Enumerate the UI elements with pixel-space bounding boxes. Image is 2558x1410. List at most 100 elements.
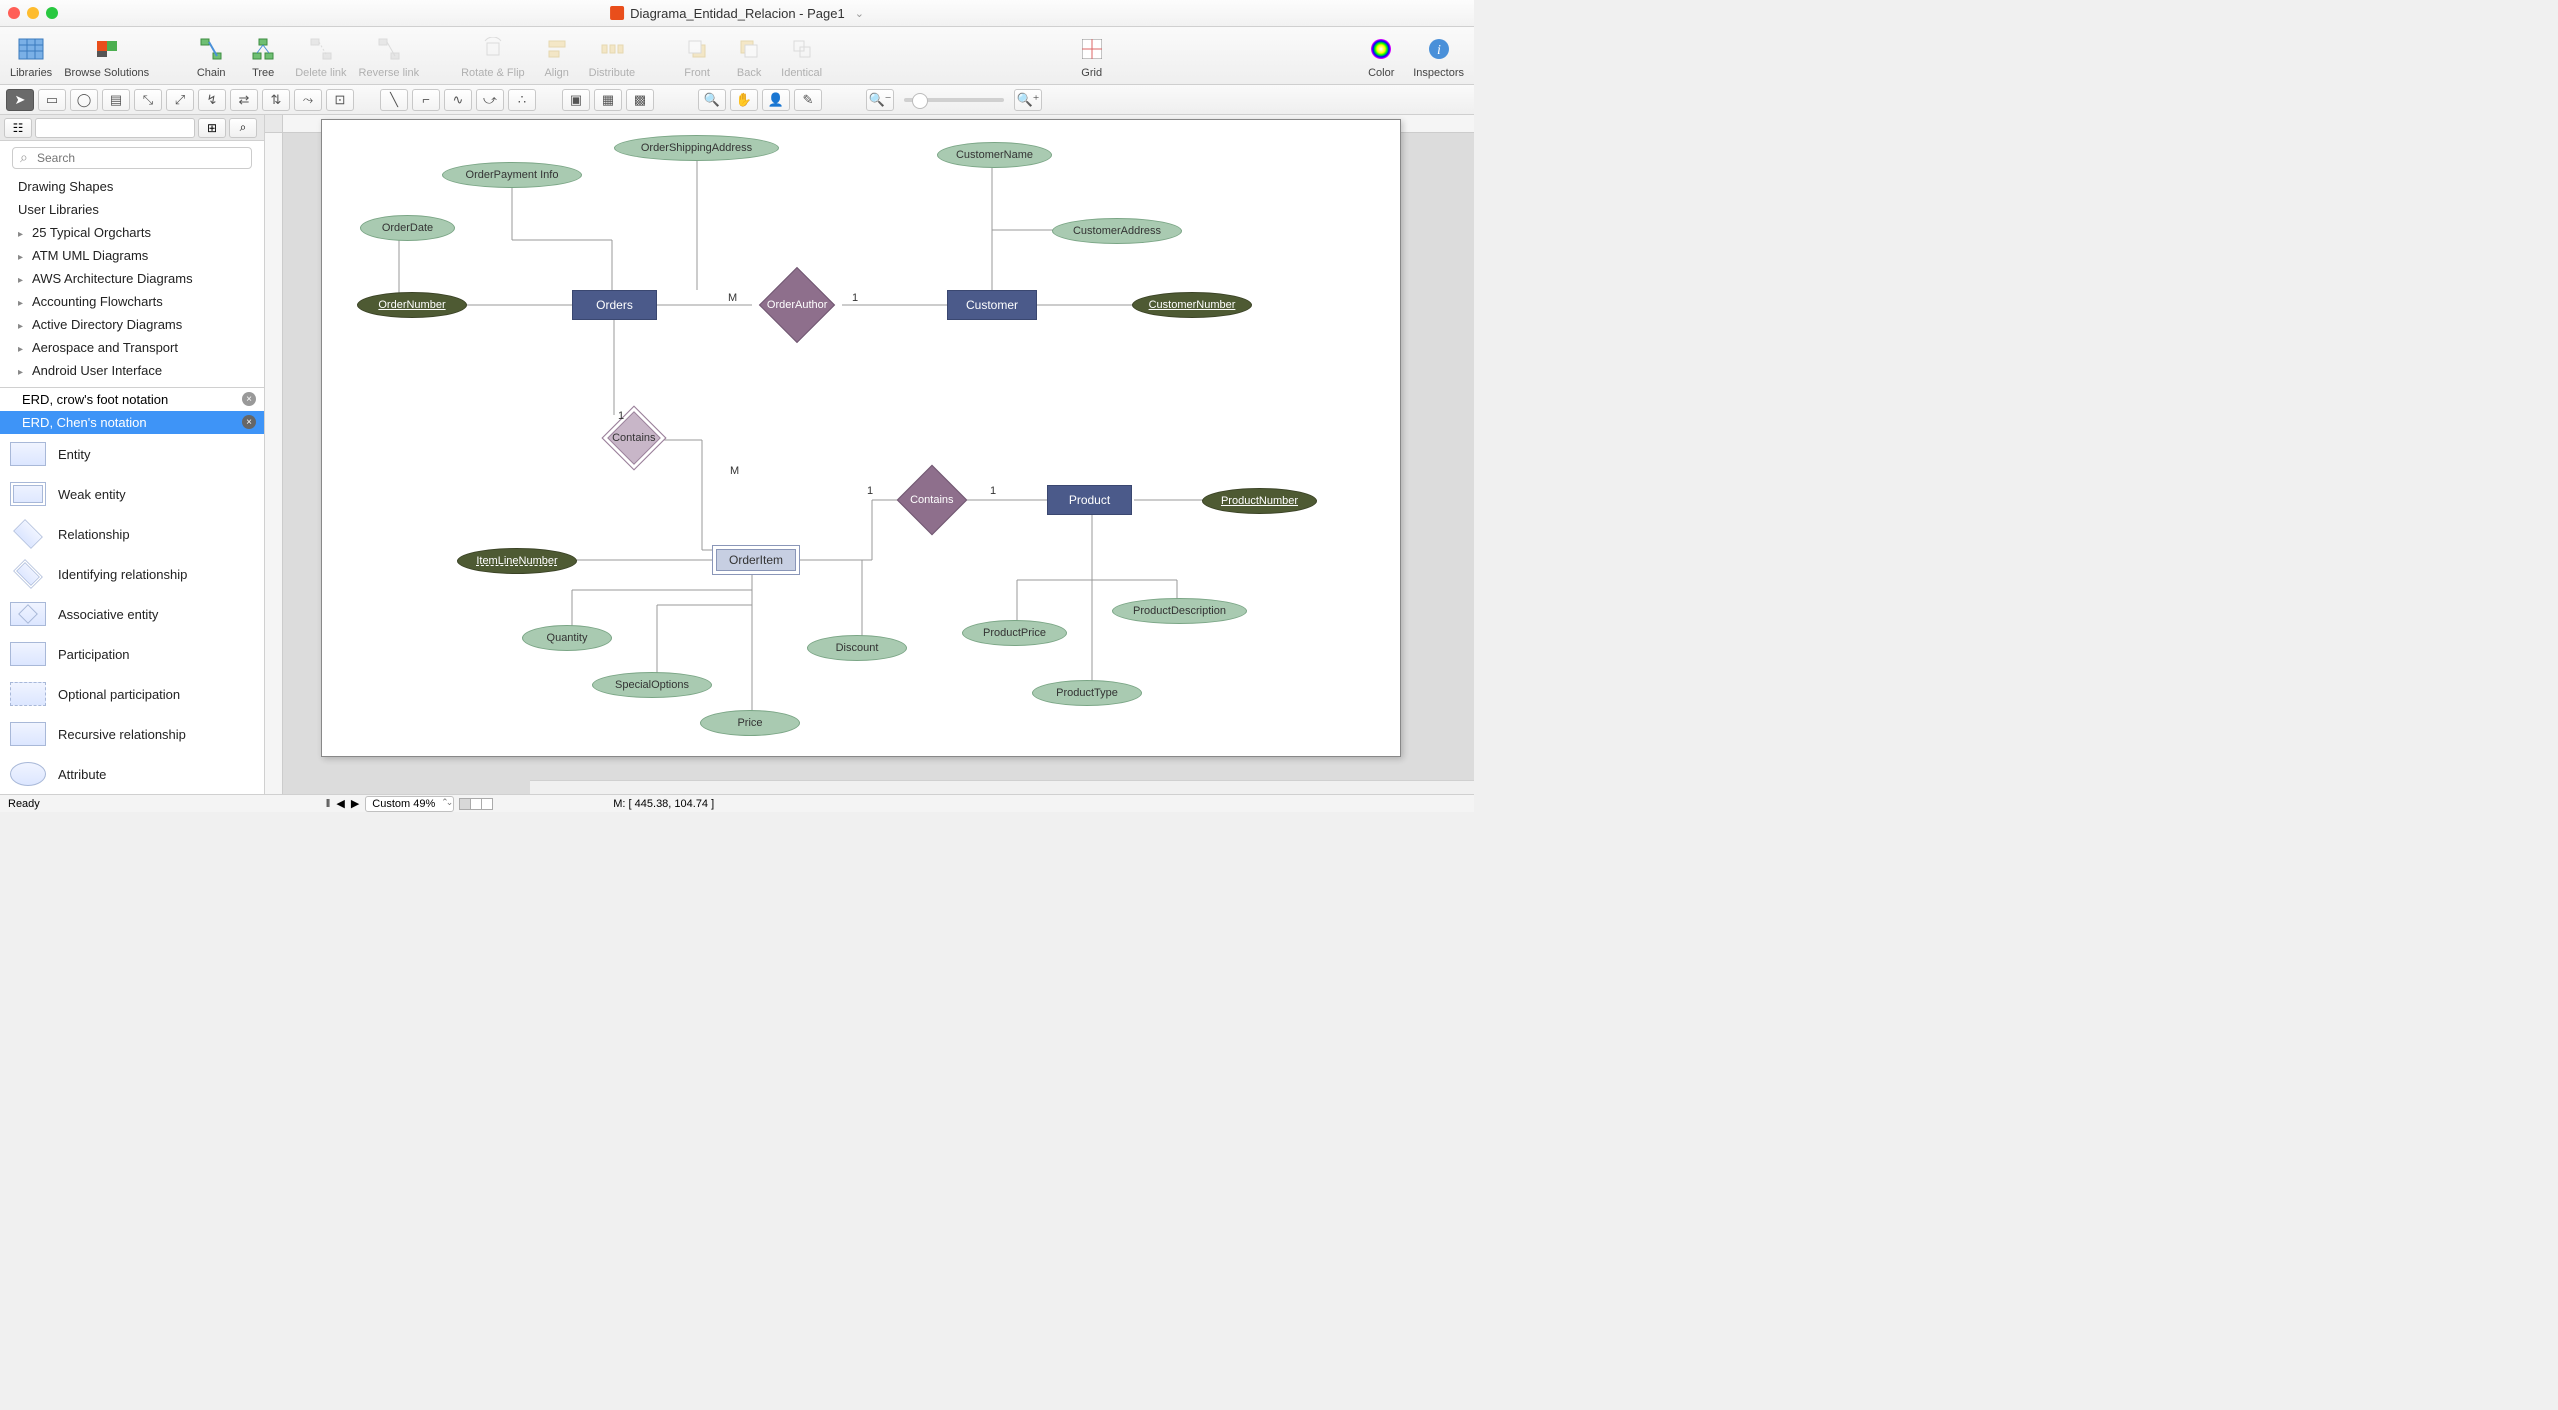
category-item[interactable]: AWS Architecture Diagrams <box>0 267 264 290</box>
sidebar-filter-combo[interactable] <box>35 118 195 138</box>
rel-order-author[interactable]: OrderAuthor <box>759 267 835 343</box>
rel-contains-1[interactable]: Contains <box>601 405 666 470</box>
category-item[interactable]: 25 Typical Orgcharts <box>0 221 264 244</box>
sidebar-view-button[interactable]: ☷ <box>4 118 32 138</box>
ellipse-tool[interactable]: ◯ <box>70 89 98 111</box>
connector-tool-6[interactable]: ⤳ <box>294 89 322 111</box>
attr-product-number[interactable]: ProductNumber <box>1202 488 1317 514</box>
recursive-thumb-icon <box>10 722 46 746</box>
browse-solutions-button[interactable]: Browse Solutions <box>60 31 153 81</box>
eyedropper-tool[interactable]: 👤 <box>762 89 790 111</box>
page-next-button[interactable]: ▶ <box>351 797 359 810</box>
connector-tool-5[interactable]: ⇅ <box>262 89 290 111</box>
page-prev-button[interactable]: ◀ <box>336 797 344 810</box>
shape-relationship[interactable]: Relationship <box>0 514 264 554</box>
attr-customer-number[interactable]: CustomerNumber <box>1132 292 1252 318</box>
hand-tool[interactable]: ✋ <box>730 89 758 111</box>
attr-product-price[interactable]: ProductPrice <box>962 620 1067 646</box>
connector-tool-4[interactable]: ⇄ <box>230 89 258 111</box>
connector-tool-3[interactable]: ↯ <box>198 89 226 111</box>
rel-label: OrderAuthor <box>767 299 828 311</box>
category-item[interactable]: ATM UML Diagrams <box>0 244 264 267</box>
page-collapse-button[interactable]: ‖ <box>326 798 331 810</box>
titlebar: Diagrama_Entidad_Relacion - Page1 ⌄ <box>0 0 1474 27</box>
maximize-button[interactable] <box>46 7 58 19</box>
attr-order-date[interactable]: OrderDate <box>360 215 455 241</box>
horizontal-scrollbar[interactable] <box>530 780 1474 794</box>
shape-weak-entity[interactable]: Weak entity <box>0 474 264 514</box>
grid-button[interactable]: Grid <box>1068 31 1116 81</box>
sidebar-grid-view-button[interactable]: ⊞ <box>198 118 226 138</box>
group-tool-3[interactable]: ▩ <box>626 89 654 111</box>
attr-price[interactable]: Price <box>700 710 800 736</box>
category-item[interactable]: Accounting Flowcharts <box>0 290 264 313</box>
attr-customer-address[interactable]: CustomerAddress <box>1052 218 1182 244</box>
text-tool[interactable]: ▤ <box>102 89 130 111</box>
reverse-link-button: Reverse link <box>355 31 424 81</box>
attr-order-number[interactable]: OrderNumber <box>357 292 467 318</box>
connector-tool-2[interactable]: ⤢ <box>166 89 194 111</box>
group-tool-2[interactable]: ▦ <box>594 89 622 111</box>
shape-participation[interactable]: Participation <box>0 634 264 674</box>
inspectors-button[interactable]: iInspectors <box>1409 31 1468 81</box>
library-tab-crow[interactable]: ERD, crow's foot notation× <box>0 388 264 411</box>
attr-product-type[interactable]: ProductType <box>1032 680 1142 706</box>
connector-tool-1[interactable]: ⤡ <box>134 89 162 111</box>
line-tool-2[interactable]: ⌐ <box>412 89 440 111</box>
tree-button[interactable]: Tree <box>239 31 287 81</box>
attr-order-payment[interactable]: OrderPayment Info <box>442 162 582 188</box>
category-item[interactable]: User Libraries <box>0 198 264 221</box>
shape-label: Recursive relationship <box>58 727 186 742</box>
minimize-button[interactable] <box>27 7 39 19</box>
category-item[interactable]: Android User Interface <box>0 359 264 382</box>
entity-orders[interactable]: Orders <box>572 290 657 320</box>
entity-product[interactable]: Product <box>1047 485 1132 515</box>
entity-customer[interactable]: Customer <box>947 290 1037 320</box>
chevron-down-icon[interactable]: ⌄ <box>855 7 864 20</box>
close-button[interactable] <box>8 7 20 19</box>
chain-button[interactable]: Chain <box>187 31 235 81</box>
zoom-readout[interactable]: Custom 49% <box>365 796 454 812</box>
zoom-in-tool[interactable]: 🔍 <box>698 89 726 111</box>
attr-order-shipping[interactable]: OrderShippingAddress <box>614 135 779 161</box>
shape-entity[interactable]: Entity <box>0 434 264 474</box>
library-tab-chen[interactable]: ERD, Chen's notation× <box>0 411 264 434</box>
canvas-area[interactable]: Orders Customer OrderItem Product OrderA… <box>265 115 1474 794</box>
zoom-in-button[interactable]: 🔍⁺ <box>1014 89 1042 111</box>
line-tool-5[interactable]: ∴ <box>508 89 536 111</box>
color-button[interactable]: Color <box>1357 31 1405 81</box>
attr-item-line-number[interactable]: ItemLineNumber <box>457 548 577 574</box>
attr-special-options[interactable]: SpecialOptions <box>592 672 712 698</box>
entity-order-item[interactable]: OrderItem <box>712 545 800 575</box>
sidebar-search-button[interactable]: ⌕ <box>229 118 257 138</box>
shape-optional-participation[interactable]: Optional participation <box>0 674 264 714</box>
attr-customer-name[interactable]: CustomerName <box>937 142 1052 168</box>
zoom-slider[interactable] <box>904 98 1004 102</box>
line-tool-1[interactable]: ╲ <box>380 89 408 111</box>
rect-tool[interactable]: ▭ <box>38 89 66 111</box>
libraries-button[interactable]: Libraries <box>6 31 56 81</box>
connector-tool-7[interactable]: ⊡ <box>326 89 354 111</box>
page-canvas[interactable]: Orders Customer OrderItem Product OrderA… <box>321 119 1401 757</box>
shape-associative-entity[interactable]: Associative entity <box>0 594 264 634</box>
close-icon[interactable]: × <box>242 392 256 406</box>
attr-product-description[interactable]: ProductDescription <box>1112 598 1247 624</box>
pencil-tool[interactable]: ✎ <box>794 89 822 111</box>
category-item[interactable]: Drawing Shapes <box>0 175 264 198</box>
attr-quantity[interactable]: Quantity <box>522 625 612 651</box>
page-tabs[interactable] <box>460 798 493 810</box>
line-tool-3[interactable]: ∿ <box>444 89 472 111</box>
category-item[interactable]: Active Directory Diagrams <box>0 313 264 336</box>
group-tool-1[interactable]: ▣ <box>562 89 590 111</box>
pointer-tool[interactable]: ➤ <box>6 89 34 111</box>
category-item[interactable]: Aerospace and Transport <box>0 336 264 359</box>
close-icon[interactable]: × <box>242 415 256 429</box>
shape-attribute[interactable]: Attribute <box>0 754 264 794</box>
rel-contains-2[interactable]: Contains <box>897 465 968 536</box>
shape-identifying-relationship[interactable]: Identifying relationship <box>0 554 264 594</box>
search-input[interactable] <box>12 147 252 169</box>
attr-discount[interactable]: Discount <box>807 635 907 661</box>
zoom-out-button[interactable]: 🔍⁻ <box>866 89 894 111</box>
shape-recursive-relationship[interactable]: Recursive relationship <box>0 714 264 754</box>
line-tool-4[interactable]: ⤻ <box>476 89 504 111</box>
